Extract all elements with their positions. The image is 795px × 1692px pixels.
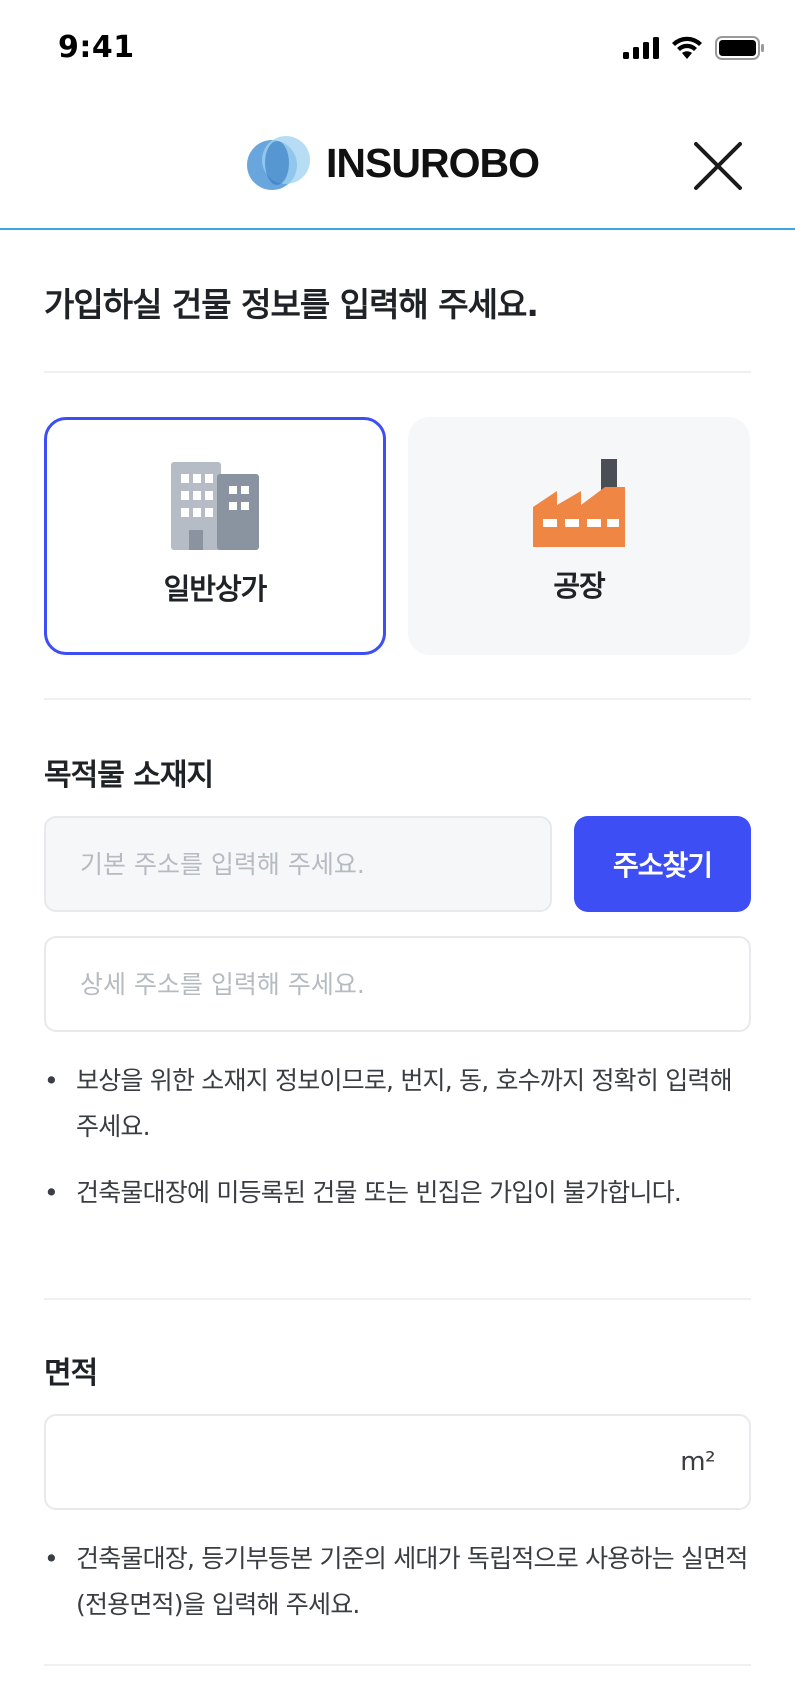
area-input[interactable]: [80, 1447, 715, 1477]
page-title: 가입하실 건물 정보를 입력해 주세요.: [44, 285, 539, 324]
location-note: 보상을 위한 소재지 정보이므로, 번지, 동, 호수까지 정확히 입력해 주세…: [44, 1058, 751, 1150]
status-time: 9:41: [58, 30, 135, 65]
area-field[interactable]: m²: [44, 1414, 751, 1510]
divider: [44, 1298, 751, 1300]
close-icon: [694, 142, 742, 190]
signal-icon: [623, 37, 659, 59]
brand-logo: [246, 132, 312, 194]
status-bar: 9:41: [0, 0, 795, 100]
office-building-icon: [171, 462, 259, 550]
section-title-location: 목적물 소재지: [44, 758, 214, 793]
wifi-icon: [672, 36, 702, 59]
factory-icon: [533, 459, 625, 547]
building-type-card-factory[interactable]: 공장: [408, 417, 750, 655]
basic-address-field[interactable]: [44, 816, 552, 912]
area-unit-label: m²: [680, 1447, 715, 1477]
divider: [44, 371, 751, 373]
app-header: INSUROBO: [0, 100, 795, 230]
detail-address-input[interactable]: [80, 969, 715, 999]
battery-icon: [715, 36, 764, 60]
brand: INSUROBO: [246, 132, 540, 194]
divider: [44, 698, 751, 700]
location-note: 건축물대장에 미등록된 건물 또는 빈집은 가입이 불가합니다.: [44, 1170, 751, 1216]
building-type-card-general-store[interactable]: 일반상가: [44, 417, 386, 655]
building-type-label: 공장: [553, 569, 605, 603]
basic-address-input[interactable]: [80, 849, 516, 879]
address-search-button[interactable]: 주소찾기: [574, 816, 751, 912]
section-title-area: 면적: [44, 1356, 98, 1391]
page: 9:41 INSUROBO 가입하실 건물 정보를 입력해 주세요. 일반상가 …: [0, 0, 795, 1692]
area-note: 건축물대장, 등기부등본 기준의 세대가 독립적으로 사용하는 실면적(전용면적…: [44, 1536, 751, 1628]
building-type-label: 일반상가: [163, 572, 268, 606]
close-button[interactable]: [688, 136, 748, 196]
brand-name: INSUROBO: [326, 139, 540, 186]
detail-address-field[interactable]: [44, 936, 751, 1032]
divider: [44, 1664, 751, 1666]
status-icons: [623, 36, 765, 60]
